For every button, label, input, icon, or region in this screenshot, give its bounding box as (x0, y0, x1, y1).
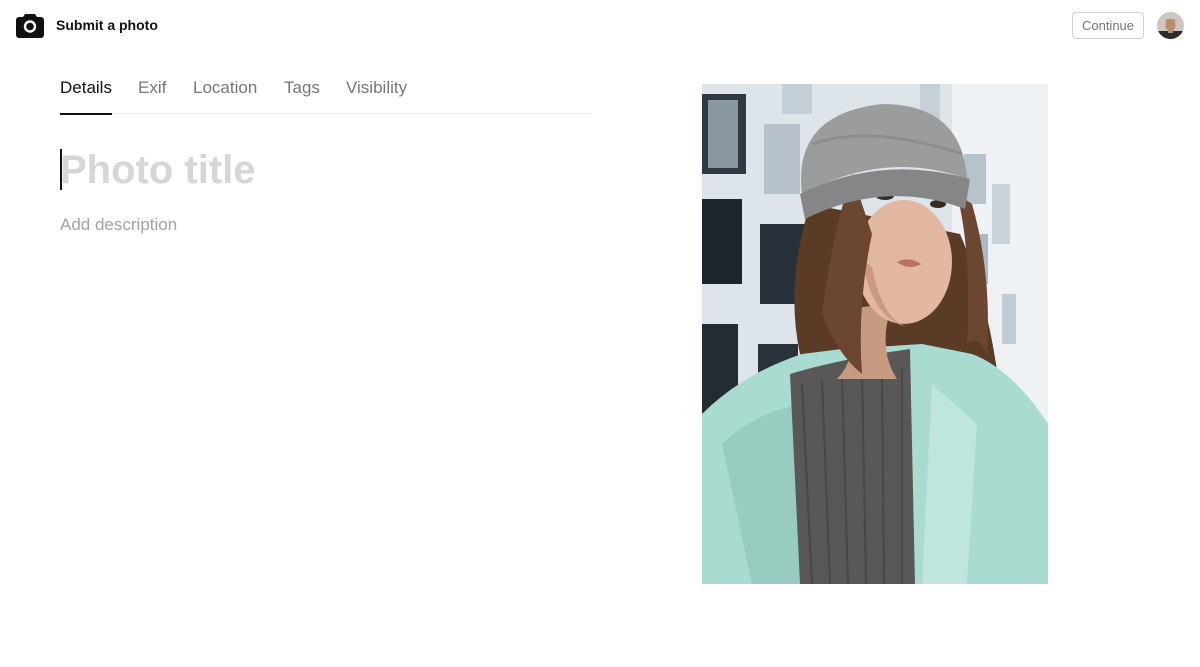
tab-visibility[interactable]: Visibility (346, 78, 407, 114)
tab-details[interactable]: Details (60, 78, 112, 115)
top-bar: Submit a photo Continue (0, 0, 1200, 50)
tab-location[interactable]: Location (193, 78, 257, 114)
tab-tags[interactable]: Tags (284, 78, 320, 114)
photo-title-input[interactable] (60, 146, 592, 194)
description-input[interactable] (60, 212, 592, 238)
tab-bar: Details Exif Location Tags Visibility (60, 64, 592, 115)
page-title: Submit a photo (56, 17, 158, 33)
tab-exif[interactable]: Exif (138, 78, 166, 114)
user-avatar[interactable] (1157, 12, 1184, 39)
camera-icon[interactable] (16, 12, 44, 38)
continue-button[interactable]: Continue (1072, 12, 1144, 39)
photo-preview[interactable] (702, 84, 1048, 584)
